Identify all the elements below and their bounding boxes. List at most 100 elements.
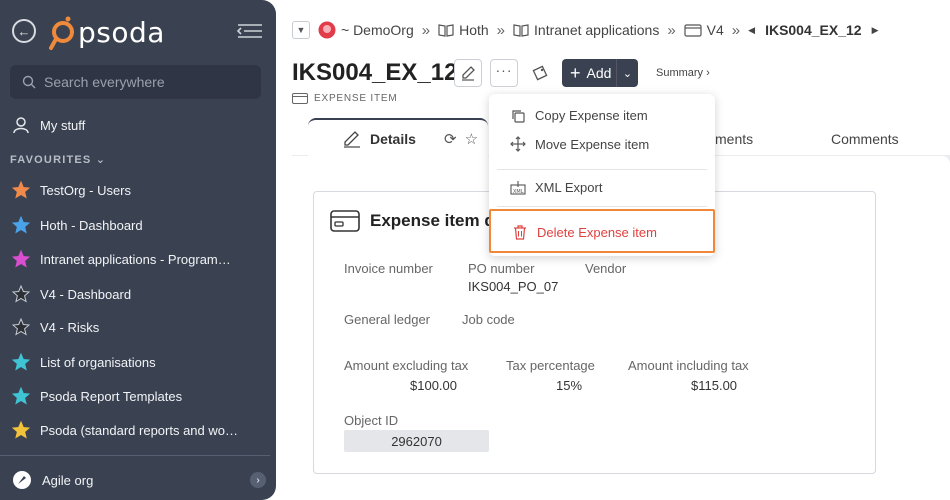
book-icon (438, 24, 454, 37)
org-avatar-icon (318, 21, 336, 39)
card-title: Expense item d (330, 210, 495, 232)
sidebar-favourite-item[interactable]: TestOrg - Users (0, 176, 276, 204)
po-number-label: PO number (468, 261, 535, 276)
sidebar-item-label: TestOrg - Users (40, 182, 132, 198)
sidebar-item-label: Psoda (standard reports and work... (40, 422, 240, 438)
chevron-right-icon[interactable]: › (250, 472, 266, 488)
breadcrumb: ▼ ~ DemoOrg » Hoth » Intranet applicatio… (292, 20, 889, 40)
star-icon[interactable]: ☆ (465, 130, 478, 148)
sidebar-item-label: V4 - Risks (40, 319, 100, 335)
add-button[interactable]: + Add ⌄ (562, 59, 638, 87)
invoice-number-label: Invoice number (344, 261, 433, 276)
sidebar-favourite-item[interactable]: List of organisations (0, 348, 276, 376)
breadcrumb-label: V4 (706, 22, 724, 38)
star-icon (12, 250, 30, 268)
star-icon (12, 353, 30, 371)
tab-label-text: Details (370, 131, 416, 147)
menu-item-move[interactable]: Move Expense item (509, 136, 649, 152)
tag-icon (532, 65, 548, 81)
page-title: IKS004_EX_12 (292, 59, 458, 86)
sidebar-favourite-item[interactable]: Hoth - Dashboard (0, 211, 276, 239)
breadcrumb-item-intranet[interactable]: Intranet applications (513, 22, 659, 38)
sidebar-favourite-item[interactable]: Psoda Report Templates (0, 382, 276, 410)
sidebar-item-label: Agile org (42, 472, 94, 488)
sidebar-item-label: Intranet applications - Programme... (40, 251, 240, 267)
sidebar-item-agile-org[interactable]: Agile org (0, 466, 276, 494)
credit-card-icon (292, 93, 308, 104)
breadcrumb-label: Intranet applications (534, 22, 660, 38)
breadcrumb-item-org[interactable]: ~ DemoOrg (318, 21, 414, 39)
menu-item-label: Delete Expense item (537, 225, 657, 240)
folder-icon (684, 24, 702, 37)
tab-comments[interactable]: Comments (831, 131, 899, 147)
star-icon (12, 318, 30, 336)
sidebar-favourite-item[interactable]: Psoda (standard reports and work... (0, 416, 276, 444)
previous-item-arrow-icon[interactable]: ◀ (748, 25, 755, 36)
tab-attachments[interactable]: ments (715, 131, 753, 147)
star-icon (12, 387, 30, 405)
tax-percentage-label: Tax percentage (506, 358, 595, 373)
vendor-label: Vendor (585, 261, 627, 276)
next-item-arrow-icon[interactable]: ▶ (872, 25, 879, 36)
sidebar-item-label: My stuff (40, 117, 86, 133)
back-arrow-icon[interactable]: ← (12, 19, 36, 43)
tab-actions: ⟳ ☆ (444, 130, 478, 148)
trash-icon (511, 225, 529, 240)
star-icon (12, 181, 30, 199)
object-id-label: Object ID (344, 413, 399, 428)
tab-details-label[interactable]: Details (342, 130, 416, 148)
breadcrumb-item-v4[interactable]: V4 (684, 22, 724, 38)
amount-incl-tax-value: $115.00 (691, 378, 738, 393)
po-number-value: IKS004_PO_07 (468, 279, 559, 294)
more-actions-button[interactable]: ··· (490, 59, 518, 87)
tax-percentage-value: 15% (556, 378, 583, 393)
summary-link[interactable]: Summary › (656, 67, 710, 79)
breadcrumb-separator: » (496, 21, 506, 39)
global-search (10, 65, 261, 99)
sidebar: ← psoda My stuff (0, 0, 276, 500)
tag-button[interactable] (526, 59, 554, 87)
menu-item-copy[interactable]: Copy Expense item (509, 108, 648, 123)
item-type-text: EXPENSE ITEM (314, 93, 398, 104)
chevron-down-icon[interactable]: ⌄ (616, 59, 638, 87)
copy-icon (509, 109, 527, 123)
favourites-section-header[interactable]: FAVOURITES ⌄ (10, 153, 106, 166)
sidebar-favourite-item[interactable]: Intranet applications - Programme... (0, 245, 276, 273)
breadcrumb-item-hoth[interactable]: Hoth (438, 22, 489, 38)
sidebar-item-label: List of organisations (40, 354, 156, 370)
star-icon (12, 216, 30, 234)
breadcrumb-separator: » (421, 21, 431, 39)
psoda-logo-mark-icon (46, 12, 76, 52)
sidebar-favourite-item[interactable]: V4 - Dashboard (0, 280, 276, 308)
breadcrumb-dropdown-button[interactable]: ▼ (292, 21, 310, 39)
refresh-icon[interactable]: ⟳ (444, 130, 457, 148)
plus-icon: + (570, 63, 581, 83)
menu-item-delete-highlight[interactable]: Delete Expense item (489, 209, 715, 253)
menu-separator (497, 206, 707, 207)
sidebar-item-label: Hoth - Dashboard (40, 217, 143, 233)
breadcrumb-separator: » (667, 21, 676, 39)
pencil-icon (462, 66, 475, 81)
amount-excl-tax-value: $100.00 (410, 378, 457, 393)
credit-card-icon (330, 210, 360, 232)
breadcrumb-label: Hoth (459, 22, 489, 38)
sidebar-favourite-item[interactable]: V4 - Risks (0, 313, 276, 341)
breadcrumb-label: ~ DemoOrg (341, 22, 414, 38)
sidebar-item-my-stuff[interactable]: My stuff (0, 111, 276, 139)
psoda-logo[interactable]: psoda (46, 12, 165, 52)
sidebar-item-label: V4 - Dashboard (40, 286, 132, 302)
user-icon (13, 117, 29, 134)
chevron-down-icon: ⌄ (95, 154, 107, 166)
logo-text: psoda (78, 15, 165, 49)
menu-item-xml-export[interactable]: XML XML Export (509, 180, 602, 195)
amount-incl-tax-label: Amount including tax (628, 358, 749, 373)
star-icon (12, 421, 30, 439)
job-code-label: Job code (462, 312, 515, 327)
search-input[interactable] (44, 74, 244, 90)
collapse-sidebar-icon[interactable] (236, 21, 264, 41)
breadcrumb-current: IKS004_EX_12 (765, 22, 862, 38)
item-type-label: EXPENSE ITEM (292, 93, 398, 104)
menu-item-delete[interactable]: Delete Expense item (511, 225, 657, 240)
menu-separator (497, 169, 707, 170)
edit-button[interactable] (454, 59, 482, 87)
